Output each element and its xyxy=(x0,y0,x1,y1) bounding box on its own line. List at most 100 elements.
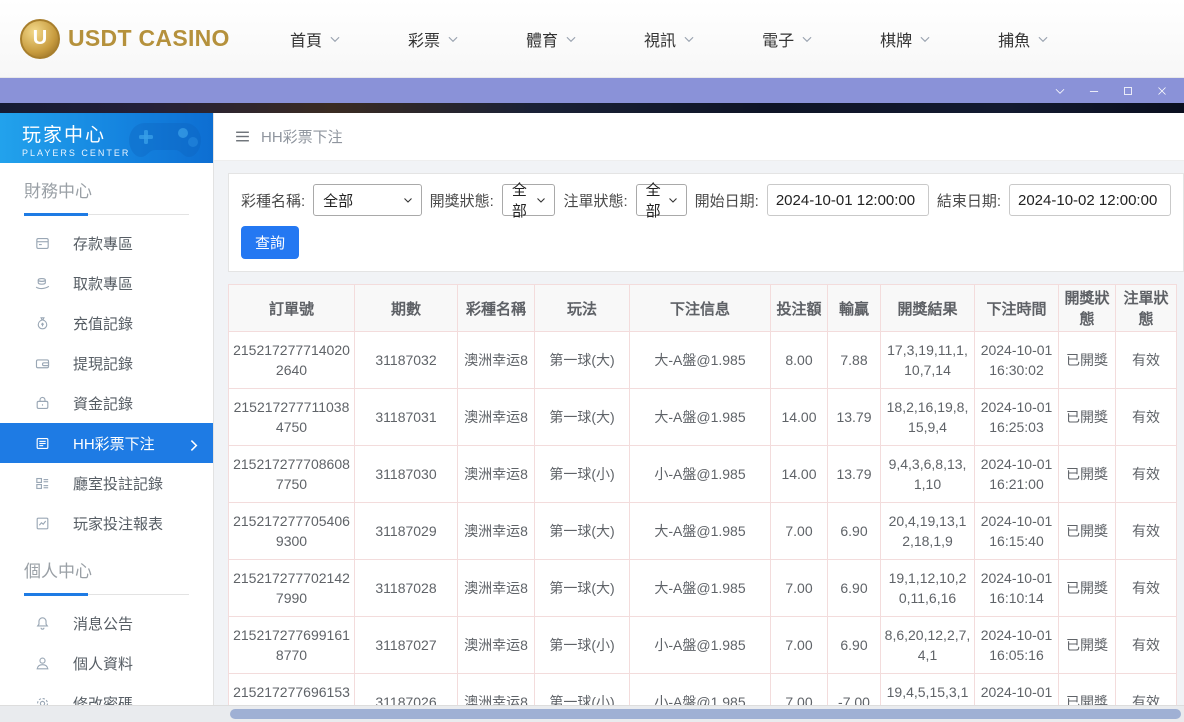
table-cell: 第一球(小) xyxy=(535,446,630,503)
draw-status-select[interactable]: 全部 xyxy=(502,184,556,216)
sidebar-item-label: 提現記錄 xyxy=(73,353,133,374)
sidebar-section-title: 財務中心 xyxy=(24,177,189,215)
logo[interactable]: U USDT CASINO xyxy=(20,19,250,59)
nav-item-4[interactable]: 視訊 xyxy=(644,27,696,51)
sidebar-item[interactable]: 資金記錄 xyxy=(0,383,213,423)
sidebar-item[interactable]: 提現記錄 xyxy=(0,343,213,383)
minimize-icon xyxy=(1087,84,1101,98)
page-title: HH彩票下注 xyxy=(261,126,343,147)
table-cell: 有效 xyxy=(1116,617,1177,674)
chevron-down-icon xyxy=(446,32,460,46)
table-cell: 31187028 xyxy=(355,560,458,617)
bet-status-select[interactable]: 全部 xyxy=(636,184,687,216)
table-cell: 第一球(大) xyxy=(535,560,630,617)
end-date-input[interactable] xyxy=(1009,184,1171,216)
table-cell: -7.00 xyxy=(828,674,881,706)
column-header: 訂單號 xyxy=(229,285,355,332)
table-cell: 31187027 xyxy=(355,617,458,674)
table-cell: 18,2,16,19,8,15,9,4 xyxy=(881,389,975,446)
sidebar-item[interactable]: 取款專區 xyxy=(0,263,213,303)
table-row: 215217277702142799031187028澳洲幸运8第一球(大)大-… xyxy=(229,560,1177,617)
table-cell: 大-A盤@1.985 xyxy=(630,503,771,560)
table-row: 215217277705406930031187029澳洲幸运8第一球(大)大-… xyxy=(229,503,1177,560)
table-cell: 2024-10-01 16:30:02 xyxy=(975,332,1059,389)
site-header: U USDT CASINO 首頁 彩票 體育 視訊 電子 棋牌 捕魚 xyxy=(0,0,1184,78)
lottery-name-value: 全部 xyxy=(323,190,353,211)
sidebar-item[interactable]: 存款專區 xyxy=(0,223,213,263)
table-cell: 小-A盤@1.985 xyxy=(630,674,771,706)
sidebar-item-label: 個人資料 xyxy=(73,653,133,674)
chevron-down-icon xyxy=(535,194,547,206)
sidebar-item[interactable]: 充值記錄 xyxy=(0,303,213,343)
table-cell: 2024-10-01 16:10:14 xyxy=(975,560,1059,617)
window-close-button[interactable] xyxy=(1154,83,1170,99)
lottery-name-label: 彩種名稱: xyxy=(241,190,305,211)
nav-item-6[interactable]: 棋牌 xyxy=(880,27,932,51)
funds-record-icon xyxy=(34,395,51,412)
table-cell: 20,4,19,13,12,18,1,9 xyxy=(881,503,975,560)
main-nav: 首頁 彩票 體育 視訊 電子 棋牌 捕魚 xyxy=(290,27,1050,51)
table-row: 215217277696153330031187026澳洲幸运8第一球(小)小-… xyxy=(229,674,1177,706)
window-minimize-button[interactable] xyxy=(1086,83,1102,99)
nav-item-1[interactable]: 首頁 xyxy=(290,27,342,51)
sidebar-item[interactable]: HH彩票下注 xyxy=(0,423,213,463)
sidebar-item[interactable]: 廳室投註記錄 xyxy=(0,463,213,503)
nav-item-label: 電子 xyxy=(762,27,794,51)
table-cell: 7.00 xyxy=(771,503,828,560)
table-cell: 有效 xyxy=(1116,446,1177,503)
lottery-name-select[interactable]: 全部 xyxy=(313,184,421,216)
table-cell: 2152172777021427990 xyxy=(229,560,355,617)
deposit-icon xyxy=(34,235,51,252)
table-cell: 2024-10-01 16:05:16 xyxy=(975,617,1059,674)
table-cell: 14.00 xyxy=(771,446,828,503)
table-cell: 2024-10-01 16:25:03 xyxy=(975,389,1059,446)
sidebar-item[interactable]: 玩家投注報表 xyxy=(0,503,213,543)
sidebar-item[interactable]: 消息公告 xyxy=(0,603,213,643)
chevron-down-icon xyxy=(1036,32,1050,46)
sidebar-header: 玩家中心 PLAYERS CENTER xyxy=(0,113,213,163)
gamepad-icon xyxy=(125,117,205,163)
nav-item-3[interactable]: 體育 xyxy=(526,27,578,51)
nav-item-7[interactable]: 捕魚 xyxy=(998,27,1050,51)
table-cell: 2152172777110384750 xyxy=(229,389,355,446)
close-icon xyxy=(1155,84,1169,98)
table-cell: 澳洲幸运8 xyxy=(458,503,535,560)
chevron-down-icon xyxy=(667,194,679,206)
nav-item-label: 首頁 xyxy=(290,27,322,51)
table-cell: 已開獎 xyxy=(1059,389,1116,446)
sidebar-section-title: 個人中心 xyxy=(24,557,189,595)
column-header: 下注信息 xyxy=(630,285,771,332)
table-cell: 第一球(大) xyxy=(535,332,630,389)
table-cell: 31187030 xyxy=(355,446,458,503)
nav-item-2[interactable]: 彩票 xyxy=(408,27,460,51)
table-row: 215217277699161877031187027澳洲幸运8第一球(小)小-… xyxy=(229,617,1177,674)
table-cell: 2152172777054069300 xyxy=(229,503,355,560)
withdrawal-record-icon xyxy=(34,355,51,372)
table-row: 215217277714020264031187032澳洲幸运8第一球(大)大-… xyxy=(229,332,1177,389)
table-cell: 第一球(大) xyxy=(535,503,630,560)
start-date-input[interactable] xyxy=(767,184,929,216)
table-cell: 有效 xyxy=(1116,560,1177,617)
menu-toggle-icon[interactable] xyxy=(234,128,251,145)
window-maximize-button[interactable] xyxy=(1120,83,1136,99)
table-row: 215217277708608775031187030澳洲幸运8第一球(小)小-… xyxy=(229,446,1177,503)
nav-item-5[interactable]: 電子 xyxy=(762,27,814,51)
sidebar-item[interactable]: 個人資料 xyxy=(0,643,213,683)
column-header: 注單狀態 xyxy=(1116,285,1177,332)
table-cell: 2152172776961533300 xyxy=(229,674,355,706)
window-collapse-button[interactable] xyxy=(1052,83,1068,99)
sidebar-item-label: 取款專區 xyxy=(73,273,133,294)
table-cell: 大-A盤@1.985 xyxy=(630,389,771,446)
lottery-bet-icon xyxy=(34,435,51,452)
table-cell: 31187026 xyxy=(355,674,458,706)
bet-records-table: 訂單號期數彩種名稱玩法下注信息投注額輸贏開獎結果下注時間開獎狀態注單狀態 215… xyxy=(228,284,1177,705)
withdraw-icon xyxy=(34,275,51,292)
table-cell: 31187032 xyxy=(355,332,458,389)
column-header: 開獎結果 xyxy=(881,285,975,332)
search-button[interactable]: 查詢 xyxy=(241,226,299,259)
table-cell: 19,1,12,10,20,11,6,16 xyxy=(881,560,975,617)
sidebar-item-label: 存款專區 xyxy=(73,233,133,254)
table-cell: 已開獎 xyxy=(1059,617,1116,674)
table-cell: 澳洲幸运8 xyxy=(458,389,535,446)
decorative-gradient-strip xyxy=(0,103,1184,113)
